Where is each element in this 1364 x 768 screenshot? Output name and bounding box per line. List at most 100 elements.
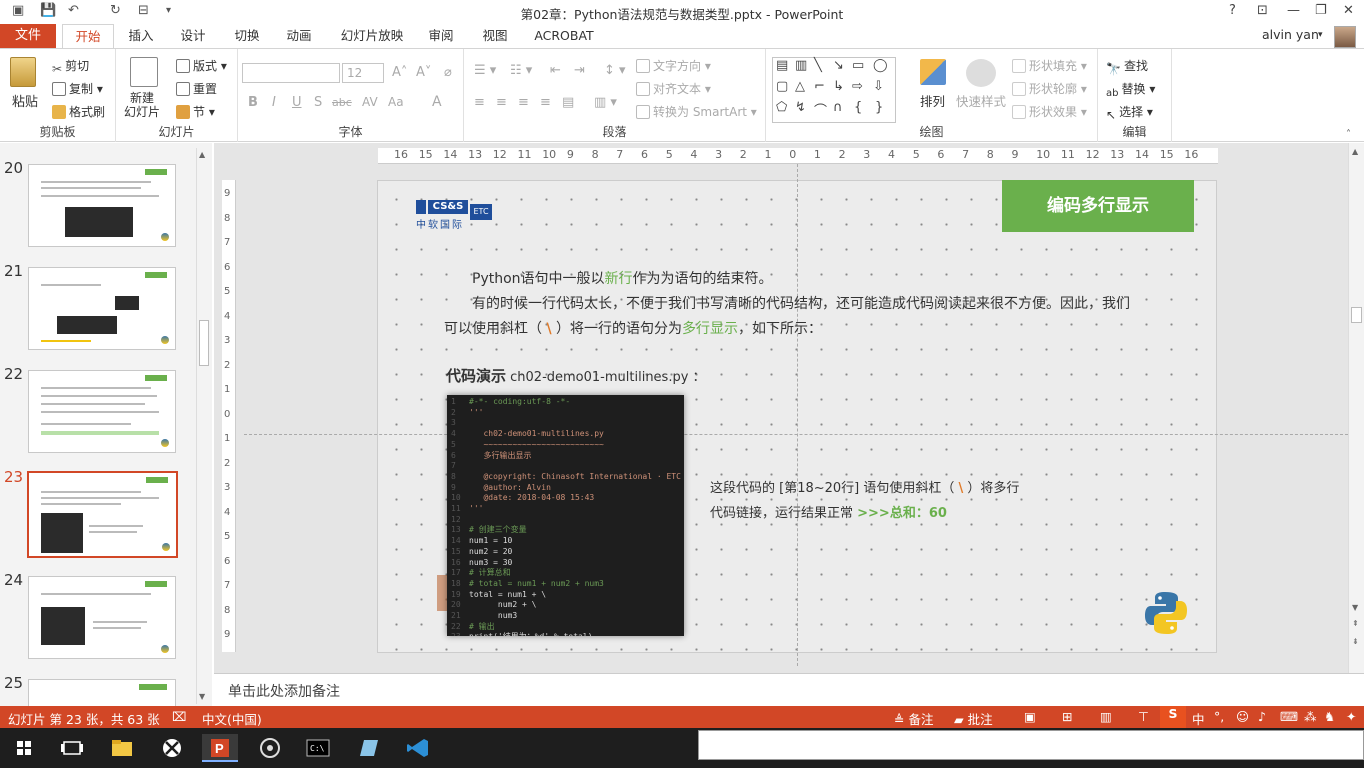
user-name[interactable]: alvin yan (1262, 24, 1319, 48)
numbering-icon[interactable]: ☷ ▾ (510, 63, 532, 78)
obs-icon[interactable] (252, 734, 288, 762)
cs-s-logo[interactable]: CS&S ETC 中软国际 (416, 200, 494, 231)
elbow-arrow-shape-icon[interactable]: ↳ (833, 79, 844, 94)
triangle-shape-icon[interactable]: △ (795, 79, 805, 94)
restore-button[interactable]: ❐ (1315, 3, 1327, 18)
down-arrow-shape-icon[interactable]: ⇩ (873, 79, 884, 94)
body-line-1[interactable]: Python语句中一般以新行作为为语句的结束符。 (472, 268, 773, 288)
rectangle-shape-icon[interactable]: ▭ (852, 58, 864, 73)
thumbnails-scrollbar[interactable]: ▲ ▼ (196, 148, 210, 704)
vertical-textbox-shape-icon[interactable]: ▥ (795, 58, 807, 73)
tab-file[interactable]: 文件 (0, 24, 56, 48)
replace-button[interactable]: ab 替换 ▾ (1106, 80, 1155, 102)
bullets-icon[interactable]: ☰ ▾ (474, 63, 496, 78)
slide-thumbnail-selected[interactable] (27, 471, 178, 558)
shape-effects-button[interactable]: 形状效果 ▾ (1012, 103, 1087, 120)
shrink-font-icon[interactable]: A˅ (416, 65, 431, 80)
ime-voice-icon[interactable]: ♪ (1258, 709, 1266, 724)
spell-check-icon[interactable]: ⌧ (172, 709, 186, 724)
arrange-icon[interactable] (920, 59, 946, 85)
align-left-icon[interactable]: ≡ (474, 95, 485, 110)
shape-fill-button[interactable]: 形状填充 ▾ (1012, 57, 1087, 74)
close-button[interactable]: ✕ (1343, 3, 1354, 18)
notes-pane[interactable]: 单击此处添加备注 (214, 673, 1364, 705)
line-spacing-icon[interactable]: ↕ ▾ (604, 63, 626, 78)
start-icon[interactable] (6, 734, 42, 762)
grow-font-icon[interactable]: A˄ (392, 65, 407, 80)
right-arrow-shape-icon[interactable]: ⇨ (852, 79, 863, 94)
ribbon-display-button[interactable]: ⊡ (1257, 3, 1268, 18)
smartart-button[interactable]: 转换为 SmartArt ▾ (636, 103, 757, 120)
right-brace-shape-icon[interactable]: } (875, 100, 883, 115)
shadow-button[interactable]: S (314, 95, 322, 110)
slide-thumbnail[interactable] (28, 679, 176, 706)
tab-view[interactable]: 视图 (474, 24, 516, 48)
slide-thumbnails-panel[interactable]: 20 21 22 23 24 25 (0, 143, 212, 706)
tab-animations[interactable]: 动画 (278, 24, 320, 48)
note-line-1[interactable]: 这段代码的 [第18~20行] 语句使用斜杠（ \ ）将多行 (710, 477, 1019, 496)
user-dropdown-icon[interactable]: ▾ (1318, 24, 1323, 48)
new-slide-button[interactable]: 新建 幻灯片 (124, 91, 160, 119)
italic-button[interactable]: I (272, 95, 276, 110)
bold-button[interactable]: B (248, 95, 258, 110)
new-slide-icon[interactable] (130, 57, 158, 87)
slide-thumbnail[interactable] (28, 370, 176, 453)
tab-review[interactable]: 审阅 (420, 24, 462, 48)
demo-heading[interactable]: 代码演示 ch02-demo01-multilines.py ： (446, 365, 706, 386)
python-logo-icon[interactable] (1143, 590, 1189, 636)
notes-placeholder[interactable]: 单击此处添加备注 (228, 681, 340, 701)
copy-button[interactable]: 复制 ▾ (52, 80, 103, 97)
scroll-thumb[interactable] (1351, 307, 1362, 323)
text-direction-button[interactable]: 文字方向 ▾ (636, 57, 711, 74)
tab-transitions[interactable]: 切换 (226, 24, 268, 48)
next-slide-icon[interactable]: ⇟ (1352, 637, 1359, 646)
xbox-icon[interactable] (154, 734, 190, 762)
align-center-icon[interactable]: ≡ (496, 95, 507, 110)
ime-skin-icon[interactable]: ♞ (1324, 709, 1335, 724)
ime-grid-icon[interactable]: ⁂ (1304, 709, 1317, 724)
font-name-input[interactable] (242, 63, 340, 83)
distributed-icon[interactable]: ▤ (562, 95, 574, 110)
task-view-icon[interactable] (54, 734, 90, 762)
horizontal-guide[interactable] (244, 434, 1348, 435)
vertical-guide[interactable] (797, 164, 798, 666)
line-shape-icon[interactable]: ╲ (814, 58, 822, 73)
font-size-input[interactable]: 12 (342, 63, 384, 83)
scroll-thumb[interactable] (199, 320, 209, 366)
powerpoint-taskbar-icon[interactable]: P (202, 734, 238, 762)
char-spacing-button[interactable]: AV (362, 95, 378, 109)
ime-chinese-icon[interactable]: 中 (1192, 709, 1205, 728)
ime-keyboard-icon[interactable]: ⌨ (1280, 709, 1298, 724)
taskbar-input-overlay[interactable] (698, 730, 1364, 760)
select-button[interactable]: ↖ 选择 ▾ (1106, 103, 1153, 122)
layout-button[interactable]: 版式 ▾ (176, 57, 227, 74)
scroll-up-icon[interactable]: ▲ (1352, 147, 1358, 156)
underline-button[interactable]: U (292, 95, 302, 110)
terminal-icon[interactable]: C:\ (300, 734, 336, 762)
section-button[interactable]: 节 ▾ (176, 103, 215, 120)
align-text-button[interactable]: 对齐文本 ▾ (636, 80, 711, 97)
align-right-icon[interactable]: ≡ (518, 95, 529, 110)
reading-view-icon[interactable]: ▥ (1100, 709, 1112, 724)
prev-slide-icon[interactable]: ⇞ (1352, 619, 1359, 628)
slide-sorter-icon[interactable]: ⊞ (1062, 709, 1072, 724)
file-explorer-icon[interactable] (104, 734, 140, 762)
slide-thumbnail[interactable] (28, 267, 176, 350)
strikethrough-button[interactable]: abc (332, 96, 352, 109)
slide-thumbnail[interactable] (28, 576, 176, 659)
ime-logo-icon[interactable]: S (1160, 706, 1186, 728)
quick-styles-button[interactable]: 快速样式 (956, 91, 1006, 110)
vscode-icon[interactable] (400, 734, 436, 762)
cut-button[interactable]: ✂ 剪切 (52, 57, 89, 76)
clear-format-icon[interactable]: ⌀ (444, 65, 452, 80)
change-case-button[interactable]: Aa (388, 95, 404, 109)
scroll-down-icon[interactable]: ▼ (1352, 603, 1358, 612)
ime-punct-icon[interactable]: °, (1214, 709, 1224, 724)
arc-shape-icon[interactable]: ∩ (833, 100, 843, 115)
note-line-2[interactable]: 代码链接，运行结果正常 >>>总和：60 (710, 502, 947, 521)
flowchart-shape-icon[interactable]: ⬠ (776, 100, 787, 115)
curve-arrow-shape-icon[interactable]: ↯ (795, 100, 806, 115)
help-button[interactable]: ? (1229, 3, 1236, 18)
slide-scrollbar[interactable]: ▲ ▼ ⇞ ⇟ (1348, 143, 1364, 673)
rounded-rect-shape-icon[interactable]: ▢ (776, 79, 788, 94)
